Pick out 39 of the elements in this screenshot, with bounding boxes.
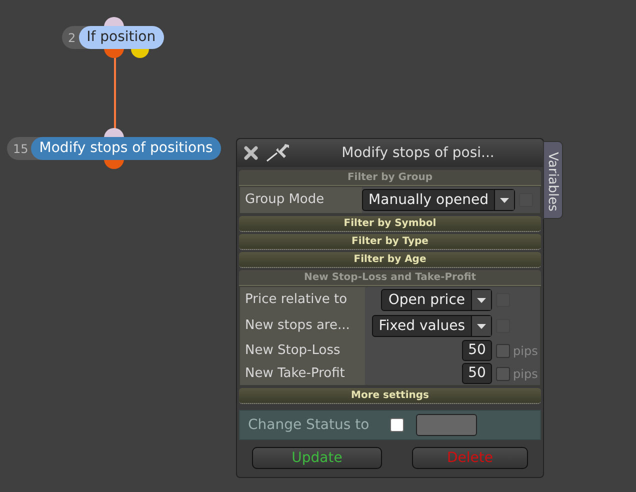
output-port-icon[interactable] (104, 48, 124, 58)
unit-label: pips (513, 344, 538, 358)
node-number: 15 (12, 140, 30, 158)
field-label: New Take-Profit (245, 364, 345, 383)
dropdown[interactable]: Manually opened (362, 189, 516, 211)
node-label: If position (78, 26, 164, 49)
status-label: Change Status to (248, 416, 370, 434)
section-header[interactable]: Filter by Symbol (239, 216, 541, 232)
dropdown[interactable]: Fixed values (372, 315, 492, 337)
output-port-icon[interactable] (131, 48, 149, 58)
section-header[interactable]: Filter by Age (239, 252, 541, 268)
node-label: Modify stops of positions (31, 137, 221, 160)
checkbox[interactable] (496, 344, 510, 358)
caret-icon (500, 198, 510, 202)
update-button[interactable]: Update (252, 447, 382, 469)
field-label: Price relative to (245, 291, 348, 310)
dropdown[interactable]: Open price (381, 289, 492, 311)
unit-label: pips (513, 366, 538, 380)
checkbox[interactable] (390, 418, 404, 432)
checkbox[interactable] (496, 366, 510, 380)
close-icon[interactable] (243, 145, 259, 161)
section-header[interactable]: Filter by Type (239, 234, 541, 250)
input-port-icon[interactable] (104, 17, 124, 27)
variables-tab[interactable]: Variables (543, 141, 563, 219)
field-label: Group Mode (245, 191, 324, 210)
number-field[interactable]: 50 (462, 363, 492, 384)
window-title: Modify stops of posi... (340, 144, 496, 162)
node-number: 2 (67, 30, 77, 46)
caret-icon (477, 324, 486, 328)
field-label: New Stop-Loss (245, 342, 340, 360)
output-port-icon[interactable] (104, 159, 124, 169)
status-field[interactable] (416, 414, 477, 436)
node[interactable]: 2 If position (62, 26, 164, 49)
input-port-icon[interactable] (104, 128, 124, 138)
node[interactable]: 15 Modify stops of positions (7, 137, 221, 160)
number-field[interactable]: 50 (462, 340, 492, 361)
section-header[interactable]: More settings (239, 388, 541, 404)
caret-icon (477, 298, 486, 302)
field-label: New stops are... (245, 317, 350, 336)
